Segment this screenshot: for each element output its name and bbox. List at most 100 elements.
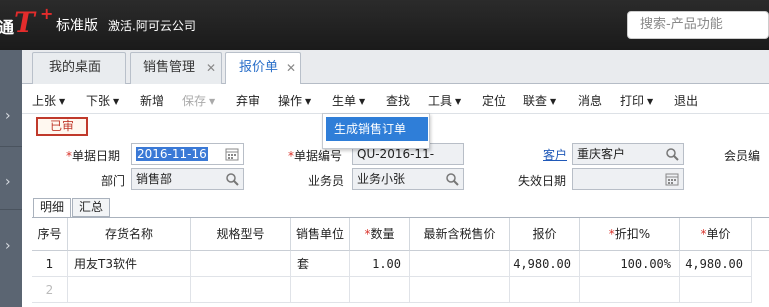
table-cell[interactable] [410, 277, 510, 303]
table-cell[interactable] [68, 277, 191, 303]
dept-field[interactable]: 销售部 [131, 168, 244, 190]
grid-header [752, 218, 769, 251]
button-label: 打印 [620, 94, 645, 108]
toolbar-generate-button[interactable]: 生单 ▼ [332, 92, 365, 109]
date-field[interactable]: 2016-11-16 [131, 143, 244, 165]
search-input[interactable]: 搜索-产品功能 [627, 11, 769, 39]
table-cell: 1 [32, 251, 68, 277]
close-icon[interactable]: ✕ [286, 53, 296, 83]
generate-sales-order-item[interactable]: 生成销售订单 [326, 117, 428, 141]
subtab-summary[interactable]: 汇总 [72, 198, 110, 217]
sidebar-divider [0, 209, 22, 210]
generate-dropdown-menu: 生成销售订单 [322, 113, 430, 149]
caret-down-icon: ▼ [359, 97, 366, 106]
button-label: 上张 [32, 94, 57, 108]
table-cell[interactable]: 100.00% [580, 251, 680, 277]
table-cell[interactable] [580, 277, 680, 303]
toolbar-linked-query-button[interactable]: 联查 ▼ [523, 92, 556, 109]
salesman-field[interactable]: 业务小张 [352, 168, 464, 190]
close-icon[interactable]: ✕ [206, 53, 216, 83]
toolbar-print-button[interactable]: 打印 ▼ [620, 92, 653, 109]
button-label: 下张 [86, 94, 111, 108]
button-label: 保存 [182, 94, 207, 108]
dept-label: 部门 [101, 174, 126, 188]
table-cell: 2 [32, 277, 68, 303]
chevron-right-icon[interactable]: › [5, 238, 11, 254]
caret-down-icon: ▼ [455, 97, 462, 106]
tab-label: 我的桌面 [49, 60, 102, 75]
toolbar-unaudit-button[interactable]: 弃审 [236, 92, 260, 109]
number-label: *单据编号 [288, 149, 343, 163]
toolbar-save-button[interactable]: 保存 ▼ [182, 92, 215, 109]
caret-down-icon: ▼ [113, 97, 120, 106]
customer-value: 重庆客户 [577, 147, 626, 161]
status-badge: 已审 [36, 117, 88, 136]
toolbar-next-button[interactable]: 下张 ▼ [86, 92, 119, 109]
grid-header: 规格型号 [191, 218, 291, 251]
toolbar-tools-button[interactable]: 工具 ▼ [428, 92, 461, 109]
table-cell[interactable] [510, 277, 580, 303]
button-label: 工具 [428, 94, 453, 108]
grid-header: 最新含税售价 [410, 218, 510, 251]
table-cell[interactable] [191, 251, 291, 277]
member-label: 会员编 [724, 149, 761, 163]
table-cell[interactable]: 套 [291, 251, 350, 277]
logo-mark: T [14, 6, 35, 39]
expiry-label: 失效日期 [518, 174, 567, 188]
grid-header: *折扣% [580, 218, 680, 251]
edition-label: 标准版 [56, 18, 98, 34]
table-cell[interactable] [191, 277, 291, 303]
grid-header: 存货名称 [68, 218, 191, 251]
grid-header: 销售单位 [291, 218, 350, 251]
toolbar-locate-button[interactable]: 定位 [482, 92, 506, 109]
sidebar: › › › [0, 50, 22, 307]
caret-down-icon: ▼ [59, 97, 66, 106]
table-cell[interactable] [410, 251, 510, 277]
table-cell[interactable]: 用友T3软件 [68, 251, 191, 277]
tab-label: 报价单 [239, 60, 279, 75]
grid-header: 报价 [510, 218, 580, 251]
toolbar-operation-button[interactable]: 操作 ▼ [278, 92, 311, 109]
tab-sales-management[interactable]: 销售管理 ✕ [130, 52, 222, 84]
search-icon[interactable] [664, 146, 680, 162]
customer-field[interactable]: 重庆客户 [572, 143, 684, 165]
toolbar-find-button[interactable]: 查找 [386, 92, 410, 109]
button-label: 生单 [332, 94, 357, 108]
tab-quotation[interactable]: 报价单 ✕ [225, 52, 301, 85]
table-cell[interactable]: 4,980.00 [510, 251, 580, 277]
table-cell[interactable] [350, 277, 410, 303]
toolbar-exit-button[interactable]: 退出 [674, 92, 698, 109]
subtab-detail[interactable]: 明细 [33, 198, 71, 217]
toolbar-message-button[interactable]: 消息 [578, 92, 602, 109]
date-label: *单据日期 [66, 149, 121, 163]
toolbar-new-button[interactable]: 新增 [140, 92, 164, 109]
logo-plus: + [40, 4, 54, 23]
customer-link[interactable]: 客户 [543, 146, 567, 163]
search-icon[interactable] [224, 171, 240, 187]
tab-label: 销售管理 [143, 60, 196, 75]
search-icon[interactable] [444, 171, 460, 187]
expiry-field[interactable] [572, 168, 684, 190]
caret-down-icon: ▼ [647, 97, 654, 106]
table-cell[interactable] [291, 277, 350, 303]
caret-down-icon: ▼ [305, 97, 312, 106]
button-label: 联查 [523, 94, 548, 108]
title-bar: 通 T + 标准版 激活.阿可云公司 搜索-产品功能 [0, 0, 769, 50]
table-cell[interactable]: 4,980.00 [680, 251, 752, 277]
table-cell[interactable] [680, 277, 752, 303]
date-value: 2016-11-16 [136, 147, 208, 161]
logo-fragment: 通 [0, 18, 15, 37]
table-cell[interactable]: 1.00 [350, 251, 410, 277]
button-label: 操作 [278, 94, 303, 108]
chevron-right-icon[interactable]: › [5, 174, 11, 190]
toolbar-prev-button[interactable]: 上张 ▼ [32, 92, 65, 109]
company-link[interactable]: 激活.阿可云公司 [108, 17, 196, 34]
tab-my-desktop[interactable]: 我的桌面 [32, 52, 126, 84]
grid-header: 序号 [32, 218, 68, 251]
caret-down-icon: ▼ [209, 97, 216, 106]
chevron-right-icon[interactable]: › [5, 108, 11, 124]
calendar-icon[interactable] [664, 171, 680, 187]
dept-value: 销售部 [136, 172, 173, 186]
calendar-icon[interactable] [224, 146, 240, 162]
salesman-label: 业务员 [308, 174, 345, 188]
